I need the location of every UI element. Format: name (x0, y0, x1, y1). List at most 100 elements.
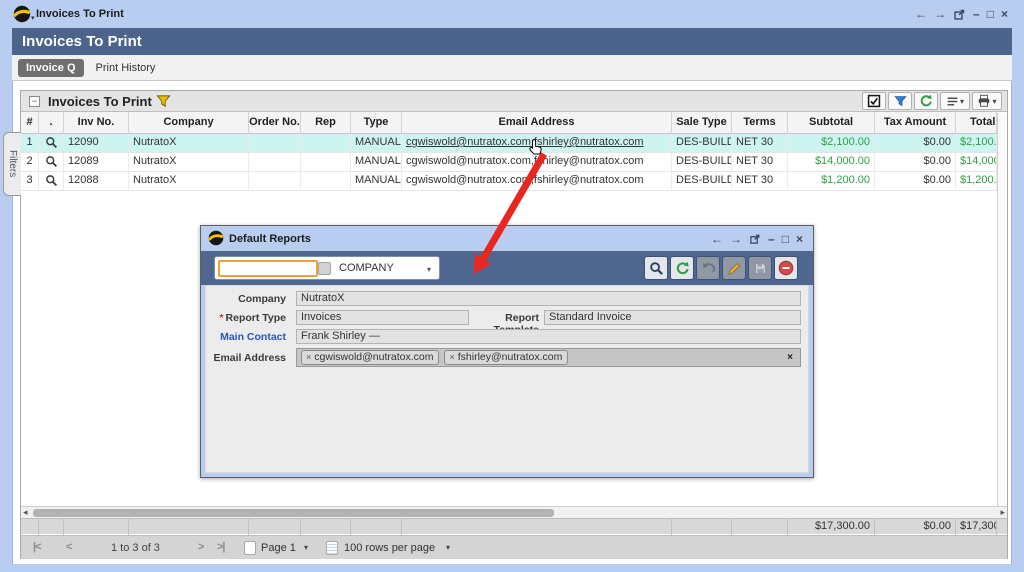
search-filter-select[interactable]: COMPANY (339, 262, 394, 274)
cell-inv-no: 12090 (64, 134, 129, 152)
email-label: Email Address (206, 352, 286, 364)
col-subtotal[interactable]: Subtotal (788, 112, 875, 134)
popout-icon[interactable] (953, 8, 966, 21)
main-contact-link[interactable]: Main Contact (206, 331, 286, 343)
minimize-icon[interactable]: – (768, 232, 775, 246)
forward-icon[interactable]: → (730, 232, 742, 246)
scroll-right-icon[interactable]: ▸ (1000, 507, 1005, 518)
col-type[interactable]: Type (351, 112, 402, 134)
rows-icon (326, 541, 338, 555)
back-icon[interactable]: ← (915, 7, 927, 21)
row-num: 1 (21, 134, 39, 152)
tab-print-history[interactable]: Print History (90, 59, 162, 77)
page-icon (244, 541, 256, 555)
refresh-button[interactable] (914, 92, 938, 110)
col-dot[interactable]: . (39, 112, 64, 134)
col-company[interactable]: Company (129, 112, 249, 134)
row-search-icon[interactable] (39, 172, 64, 190)
minimize-icon[interactable]: – (973, 7, 980, 21)
cell-email-link[interactable]: cgwiswold@nutratox.com,fshirley@nutratox… (402, 134, 672, 152)
select-all-button[interactable] (862, 92, 886, 110)
prev-page-button[interactable]: < (66, 541, 71, 553)
first-page-button[interactable]: |< (33, 541, 41, 553)
required-mark: * (219, 312, 223, 324)
refresh-button[interactable] (670, 256, 694, 280)
total-total: $17,300.00 (956, 519, 997, 535)
cell-email-link[interactable]: cgwiswold@nutratox.com,fshirley@nutratox… (402, 153, 672, 171)
horizontal-scrollbar[interactable]: ◂ ▸ (21, 506, 1007, 518)
table-row[interactable]: 1 12090 NutratoX MANUAL cgwiswold@nutrat… (21, 134, 997, 153)
filters-side-tab[interactable]: Filters (3, 132, 21, 196)
filter-funnel-icon[interactable] (156, 94, 171, 109)
email-tags-field[interactable]: ×cgwiswold@nutratox.com ×fshirley@nutrat… (296, 348, 801, 367)
collapse-icon[interactable]: − (29, 96, 40, 107)
print-button[interactable]: ▾ (972, 92, 1002, 110)
main-contact-row: Main Contact Frank Shirley — (206, 329, 808, 347)
row-num: 3 (21, 172, 39, 190)
row-search-icon[interactable] (39, 153, 64, 171)
col-terms[interactable]: Terms (732, 112, 788, 134)
cell-company: NutratoX (129, 153, 249, 171)
table-row[interactable]: 2 12089 NutratoX MANUAL cgwiswold@nutrat… (21, 153, 997, 172)
email-chip[interactable]: ×cgwiswold@nutratox.com (301, 350, 439, 365)
cell-total: $1,200.00 (956, 172, 997, 190)
col-sale-type[interactable]: Sale Type (672, 112, 732, 134)
report-template-field[interactable]: Standard Invoice (544, 310, 801, 325)
tab-invoice-q[interactable]: Invoice Q (18, 59, 84, 77)
report-type-row: *Report Type Invoices Report Template St… (206, 310, 808, 328)
edit-button[interactable] (722, 256, 746, 280)
popout-icon[interactable] (749, 233, 761, 245)
rows-caret-icon[interactable]: ▾ (446, 543, 450, 552)
close-icon[interactable]: × (1001, 7, 1008, 21)
col-num[interactable]: # (21, 112, 39, 134)
vertical-scrollbar[interactable] (997, 113, 1007, 506)
rows-per-page-select[interactable]: 100 rows per page (344, 542, 435, 554)
search-button[interactable] (644, 256, 668, 280)
scroll-left-icon[interactable]: ◂ (23, 507, 28, 518)
clear-field-icon[interactable]: × (787, 352, 793, 363)
col-tax[interactable]: Tax Amount (875, 112, 956, 134)
cell-tax: $0.00 (875, 172, 956, 190)
cell-email-link[interactable]: cgwiswold@nutratox.com,fshirley@nutratox… (402, 172, 672, 190)
search-filter-caret-icon[interactable]: ▾ (427, 265, 431, 274)
report-type-field[interactable]: Invoices (296, 310, 469, 325)
page-caret-icon[interactable]: ▾ (304, 543, 308, 552)
chip-remove-icon[interactable]: × (306, 352, 311, 362)
cell-type: MANUAL (351, 134, 402, 152)
chip-remove-icon[interactable]: × (449, 352, 454, 362)
dialog-logo-icon (208, 230, 224, 246)
maximize-icon[interactable]: □ (782, 232, 789, 246)
col-total[interactable]: Total (956, 112, 997, 134)
col-inv-no[interactable]: Inv No. (64, 112, 129, 134)
email-chip[interactable]: ×fshirley@nutratox.com (444, 350, 568, 365)
maximize-icon[interactable]: □ (987, 7, 994, 21)
search-lookup-button[interactable] (318, 262, 331, 275)
cell-terms: NET 30 (732, 134, 788, 152)
scrollbar-thumb[interactable] (33, 509, 554, 517)
col-rep[interactable]: Rep (301, 112, 351, 134)
company-field[interactable]: NutratoX (296, 291, 801, 306)
print-caret-icon: ▾ (992, 97, 996, 106)
close-icon[interactable]: × (796, 232, 803, 246)
search-input[interactable] (218, 260, 318, 277)
back-icon[interactable]: ← (711, 232, 723, 246)
last-page-button[interactable]: >| (217, 541, 225, 553)
dialog-toolbar: COMPANY ▾ (201, 251, 813, 285)
list-options-button[interactable]: ▾ (940, 92, 970, 110)
filter-button[interactable] (888, 92, 912, 110)
logo-caret-icon[interactable]: ▾ (31, 14, 35, 22)
delete-button[interactable] (774, 256, 798, 280)
dialog-titlebar: Default Reports ← → – □ × (201, 226, 813, 251)
main-contact-field[interactable]: Frank Shirley — (296, 329, 801, 344)
row-search-icon[interactable] (39, 134, 64, 152)
table-row[interactable]: 3 12088 NutratoX MANUAL cgwiswold@nutrat… (21, 172, 997, 191)
cell-order (249, 172, 301, 190)
next-page-button[interactable]: > (198, 541, 203, 553)
forward-icon[interactable]: → (934, 7, 946, 21)
col-order-no[interactable]: Order No. (249, 112, 301, 134)
grid-panel-header: − Invoices To Print ▾ ▾ (21, 91, 1007, 112)
grid-header-row: # . Inv No. Company Order No. Rep Type E… (21, 112, 997, 134)
pagination-bar: |< < 1 to 3 of 3 > >| Page 1 ▾ 100 rows … (21, 535, 1007, 559)
col-email[interactable]: Email Address (402, 112, 672, 134)
page-select[interactable]: Page 1 (261, 542, 296, 554)
